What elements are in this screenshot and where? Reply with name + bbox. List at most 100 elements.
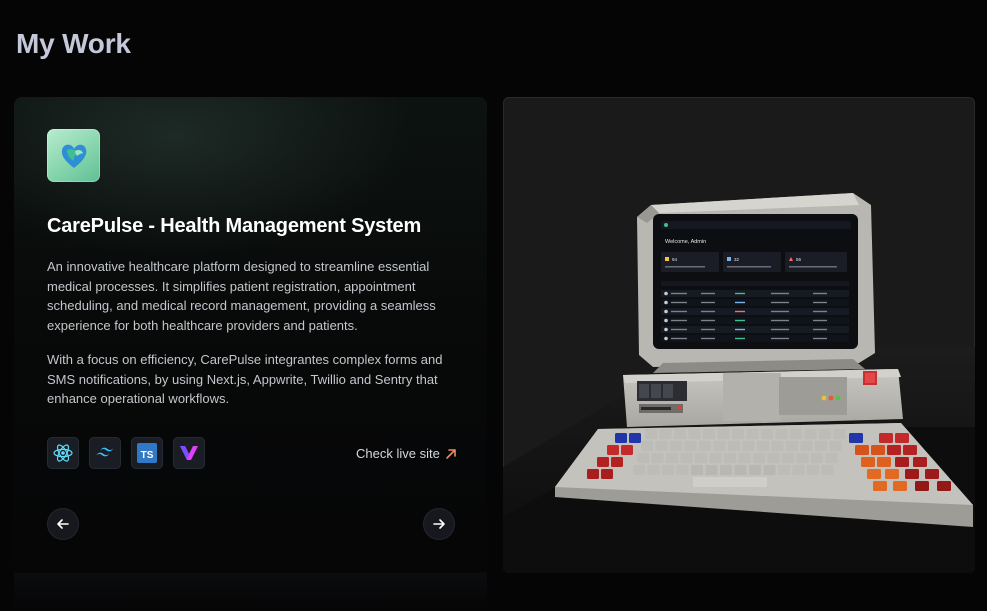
keyboard-key bbox=[753, 453, 765, 463]
keyboard-key bbox=[873, 481, 887, 491]
my-work-section: My Work CarePulse - Health Management Sy… bbox=[0, 0, 987, 611]
keyboard-key bbox=[763, 465, 776, 475]
keyboard-key bbox=[738, 453, 751, 463]
keyboard-key bbox=[937, 481, 951, 491]
keyboard-key bbox=[637, 453, 649, 463]
previous-project-button[interactable] bbox=[47, 508, 79, 540]
keyboard-key bbox=[895, 433, 909, 443]
keyboard-key bbox=[734, 465, 747, 475]
keyboard-key bbox=[597, 457, 609, 467]
keyboard-key bbox=[717, 429, 730, 439]
keyboard-key bbox=[732, 429, 744, 439]
project-preview-3d[interactable]: Welcome, Admin 94 32 56 bbox=[503, 97, 975, 573]
screen-welcome: Welcome, Admin bbox=[665, 239, 706, 245]
keyboard-key bbox=[895, 457, 909, 467]
keyboard-key bbox=[913, 457, 927, 467]
keyboard-key bbox=[611, 457, 623, 467]
keyboard-key bbox=[782, 453, 794, 463]
project-logo bbox=[47, 129, 100, 182]
keyboard-key bbox=[709, 453, 722, 463]
keyboard-key bbox=[861, 457, 875, 467]
keyboard-key bbox=[601, 469, 613, 479]
keyboard-key bbox=[905, 469, 919, 479]
project-description: An innovative healthcare platform design… bbox=[47, 259, 436, 333]
keyboard-key bbox=[786, 441, 798, 451]
tech-stack-list: TS bbox=[47, 437, 205, 469]
stat-pending: 32 bbox=[734, 257, 740, 262]
keyboard-key bbox=[792, 465, 805, 475]
keyboard-key bbox=[703, 429, 715, 439]
keyboard-key bbox=[724, 453, 736, 463]
keyboard-key bbox=[742, 441, 755, 451]
keyboard-key bbox=[633, 465, 645, 475]
keyboard-key bbox=[761, 429, 773, 439]
keyboard-key bbox=[871, 445, 885, 455]
keyboard-key bbox=[903, 445, 917, 455]
card-shadow bbox=[14, 572, 487, 611]
keyboard-key bbox=[887, 445, 901, 455]
retro-computer-model: Welcome, Admin 94 32 56 bbox=[503, 193, 975, 573]
project-description-tech: With a focus on efficiency, CarePulse in… bbox=[47, 352, 443, 406]
keyboard-key bbox=[829, 441, 842, 451]
keyboard-key bbox=[821, 465, 834, 475]
keyboard-key bbox=[867, 469, 881, 479]
keyboard-key bbox=[885, 469, 899, 479]
svg-text:TS: TS bbox=[141, 450, 154, 461]
keyboard-key bbox=[587, 469, 599, 479]
appwrite-icon bbox=[173, 437, 205, 469]
keyboard-key bbox=[825, 453, 838, 463]
keyboard-key bbox=[645, 429, 657, 439]
keyboard-key bbox=[676, 465, 689, 475]
keyboard-key bbox=[699, 441, 711, 451]
keyboard-key bbox=[771, 441, 784, 451]
keyboard-key bbox=[849, 433, 863, 443]
stat-cancelled: 56 bbox=[796, 257, 802, 262]
keyboard-key bbox=[615, 433, 627, 443]
next-project-button[interactable] bbox=[423, 508, 455, 540]
keyboard-key bbox=[659, 429, 672, 439]
keyboard-key bbox=[879, 433, 893, 443]
keyboard-key bbox=[804, 429, 817, 439]
keyboard-key bbox=[693, 477, 767, 487]
keyboard-key bbox=[691, 465, 703, 475]
project-title: CarePulse - Health Management System bbox=[47, 215, 422, 237]
keyboard-key bbox=[775, 429, 788, 439]
keyboard-key bbox=[749, 465, 761, 475]
keyboard-key bbox=[651, 453, 664, 463]
project-card: CarePulse - Health Management System An … bbox=[14, 97, 487, 573]
keyboard-key bbox=[666, 453, 678, 463]
keyboard-key bbox=[621, 445, 633, 455]
keyboard-key bbox=[720, 465, 732, 475]
keyboard-key bbox=[877, 457, 891, 467]
keyboard-key bbox=[688, 429, 701, 439]
keyboard-key bbox=[815, 441, 827, 451]
keyboard-key bbox=[807, 465, 819, 475]
keyboard-key bbox=[778, 465, 790, 475]
live-link-label: Check live site bbox=[356, 446, 440, 461]
keyboard-key bbox=[655, 441, 668, 451]
keyboard-key bbox=[662, 465, 674, 475]
keyboard-key bbox=[833, 429, 846, 439]
keyboard-key bbox=[680, 453, 693, 463]
check-live-site-link[interactable]: Check live site bbox=[356, 446, 457, 461]
heart-leaf-icon bbox=[61, 144, 86, 168]
page-title: My Work bbox=[16, 28, 131, 59]
keyboard-key bbox=[728, 441, 740, 451]
keyboard-key bbox=[855, 445, 869, 455]
keyboard-key bbox=[674, 429, 686, 439]
keyboard-key bbox=[767, 453, 780, 463]
keyboard-key bbox=[819, 429, 831, 439]
keyboard-key bbox=[915, 481, 929, 491]
keyboard-key bbox=[800, 441, 813, 451]
arrow-up-right-icon bbox=[446, 448, 456, 459]
keyboard-key bbox=[893, 481, 907, 491]
keyboard-key bbox=[695, 453, 707, 463]
keyboard-key bbox=[796, 453, 809, 463]
keyboard-key bbox=[647, 465, 660, 475]
react-icon bbox=[47, 437, 79, 469]
typescript-icon: TS bbox=[131, 437, 163, 469]
tailwind-icon bbox=[89, 437, 121, 469]
keyboard-key bbox=[629, 433, 641, 443]
keyboard-key bbox=[925, 469, 939, 479]
keyboard-key bbox=[607, 445, 619, 455]
